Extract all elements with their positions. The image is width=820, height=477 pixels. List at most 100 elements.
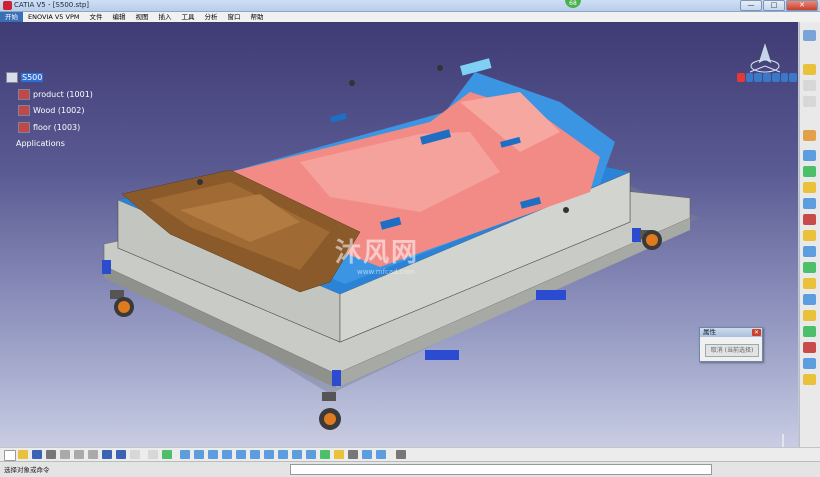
sogou-ime-bar[interactable] — [737, 73, 798, 84]
shading-icon[interactable] — [348, 450, 358, 459]
part-icon — [18, 105, 30, 116]
right-toolbar — [799, 22, 820, 447]
toolbar-icon[interactable] — [803, 278, 816, 289]
tree-node-floor[interactable]: floor (1003) — [18, 122, 80, 133]
pan-icon[interactable] — [194, 450, 204, 459]
caster-wheel — [319, 392, 341, 430]
toolbar-icon[interactable] — [803, 80, 816, 91]
menu-start[interactable]: 开始 — [0, 12, 23, 22]
product-icon — [6, 72, 18, 83]
rotate-icon[interactable] — [208, 450, 218, 459]
ime-skin-icon[interactable] — [780, 73, 789, 82]
command-input[interactable] — [290, 464, 712, 475]
toolbar-icon[interactable] — [803, 214, 816, 225]
views-icon[interactable] — [264, 450, 274, 459]
copy-icon[interactable] — [74, 450, 84, 459]
tree-label: Applications — [16, 139, 65, 148]
tree-label: product (1001) — [33, 90, 93, 99]
specification-tree: S500 product (1001) Wood (1002) floor (1… — [4, 72, 144, 182]
close-button[interactable]: ✕ — [786, 0, 818, 11]
ime-tools-icon[interactable] — [789, 73, 798, 82]
ime-emoji-icon[interactable] — [754, 73, 763, 82]
redo-icon[interactable] — [116, 450, 126, 459]
toolbar-icon[interactable] — [803, 262, 816, 273]
menu-window[interactable]: 窗口 — [222, 12, 245, 22]
ime-voice-icon[interactable] — [763, 73, 771, 82]
toolbar-icon[interactable] — [803, 30, 816, 41]
toolbar-icon[interactable] — [803, 150, 816, 161]
toolbar-extra-icon[interactable] — [396, 450, 406, 459]
swap-visible-icon[interactable] — [306, 450, 316, 459]
title-bar: CATIA V5 - [S500.stp] — □ ✕ — [0, 0, 820, 12]
toolbar-icon[interactable] — [803, 182, 816, 193]
window-controls: — □ ✕ — [740, 0, 818, 11]
status-prompt: 选择对象或命令 — [4, 466, 50, 474]
toolbar-icon[interactable] — [803, 130, 816, 141]
undo-icon[interactable] — [102, 450, 112, 459]
toolbar-icon[interactable] — [803, 310, 816, 321]
tree-node-root[interactable]: S500 — [6, 72, 44, 83]
render-style-icon[interactable] — [278, 450, 288, 459]
catia-app-icon[interactable] — [3, 1, 12, 10]
tree-node-wood[interactable]: Wood (1002) — [18, 105, 84, 116]
menu-edit[interactable]: 编辑 — [107, 12, 130, 22]
fit-all-icon[interactable] — [180, 450, 190, 459]
toolbar-icon[interactable] — [803, 198, 816, 209]
ime-logo-icon[interactable] — [737, 73, 745, 82]
tree-label: S500 — [21, 73, 44, 82]
properties-dialog: 属性 ✕ 取消 (当前选择) — [699, 327, 763, 362]
ime-mode-icon[interactable] — [745, 73, 754, 82]
help-icon[interactable] — [130, 450, 140, 459]
toolbar-icon[interactable] — [803, 342, 816, 353]
toolbar-icon[interactable] — [803, 166, 816, 177]
minimize-button[interactable]: — — [740, 0, 762, 11]
3d-viewport[interactable]: S500 product (1001) Wood (1002) floor (1… — [0, 22, 798, 447]
cut-icon[interactable] — [60, 450, 70, 459]
menu-analysis[interactable]: 分析 — [199, 12, 222, 22]
part-icon — [18, 89, 30, 100]
dialog-close-button[interactable]: ✕ — [752, 329, 761, 336]
maximize-button[interactable]: □ — [763, 0, 785, 11]
material-icon[interactable] — [334, 450, 344, 459]
menu-file[interactable]: 文件 — [84, 12, 107, 22]
status-bar: 选择对象或命令 — [0, 461, 820, 477]
caster-wheel — [110, 290, 134, 317]
cube-icon[interactable] — [320, 450, 330, 459]
toolbar-icon[interactable] — [803, 326, 816, 337]
part-icon — [18, 122, 30, 133]
menu-tools[interactable]: 工具 — [176, 12, 199, 22]
toolbar-icon[interactable] — [803, 358, 816, 369]
hide-show-icon[interactable] — [292, 450, 302, 459]
menu-insert[interactable]: 插入 — [153, 12, 176, 22]
normal-view-icon[interactable] — [250, 450, 260, 459]
save-icon[interactable] — [32, 450, 42, 459]
print-icon[interactable] — [46, 450, 56, 459]
menu-help[interactable]: 帮助 — [245, 12, 268, 22]
toolbar-icon[interactable] — [803, 96, 816, 107]
zoom-out-icon[interactable] — [236, 450, 246, 459]
toolbar-icon[interactable] — [803, 64, 816, 75]
watermark-logo: 沐风网 — [335, 238, 420, 268]
tree-label: floor (1003) — [33, 123, 81, 132]
tree-node-applications[interactable]: Applications — [16, 139, 65, 148]
axis-triad-icon — [782, 434, 784, 447]
menu-enovia[interactable]: ENOVIA V5 VPM — [23, 12, 84, 22]
properties-icon[interactable] — [376, 450, 386, 459]
toolbar-icon[interactable] — [803, 374, 816, 385]
toolbar-icon[interactable] — [803, 246, 816, 257]
new-file-icon[interactable] — [4, 450, 16, 461]
dialog-cancel-button[interactable]: 取消 (当前选择) — [705, 344, 759, 357]
tree-node-product[interactable]: product (1001) — [18, 89, 93, 100]
bottom-toolbar — [0, 447, 820, 461]
ime-keyboard-icon[interactable] — [771, 73, 780, 82]
zoom-in-icon[interactable] — [222, 450, 232, 459]
formula-icon[interactable] — [148, 450, 158, 459]
toolbar-icon[interactable] — [803, 294, 816, 305]
layer-icon[interactable] — [362, 450, 372, 459]
open-file-icon[interactable] — [18, 450, 28, 459]
toolbar-icon[interactable] — [803, 230, 816, 241]
tree-label: Wood (1002) — [33, 106, 85, 115]
measure-icon[interactable] — [162, 450, 172, 459]
paste-icon[interactable] — [88, 450, 98, 459]
menu-view[interactable]: 视图 — [130, 12, 153, 22]
